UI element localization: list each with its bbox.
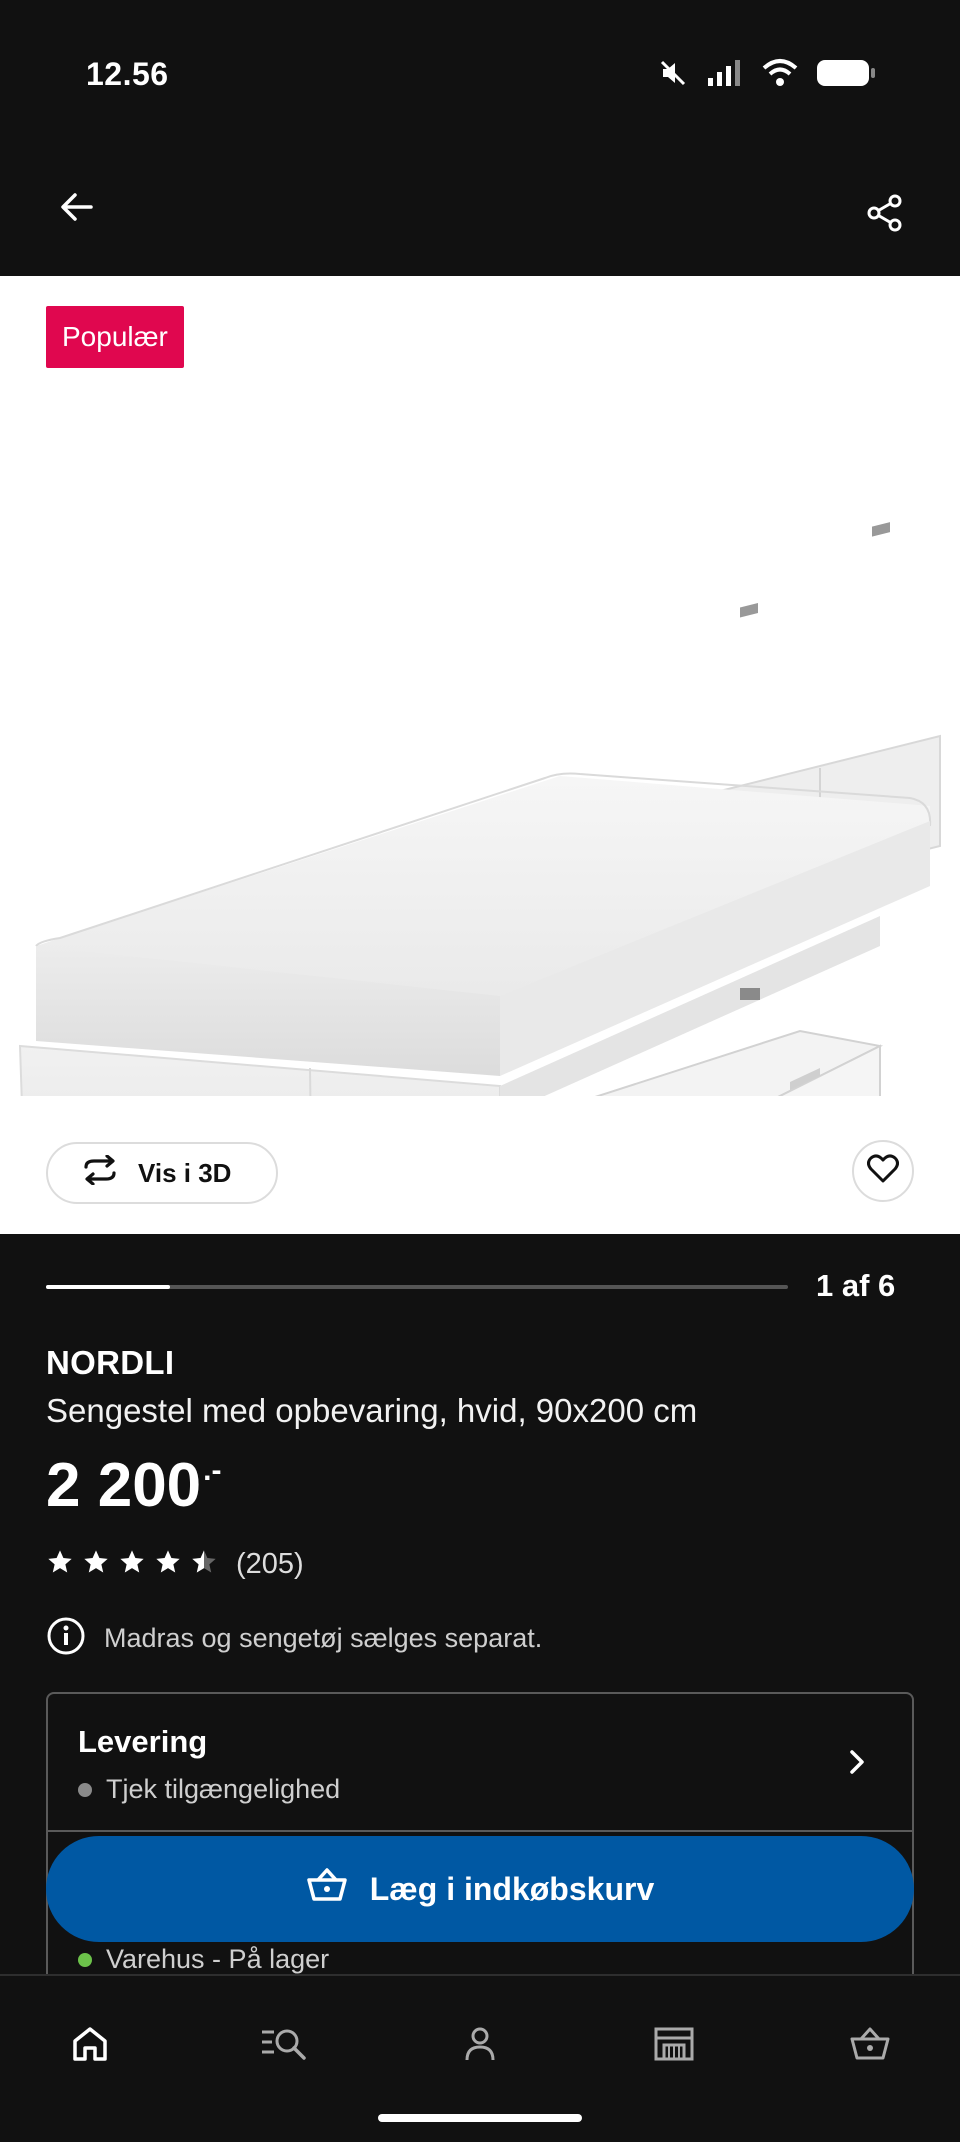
price-suffix: .- [203,1454,222,1487]
nav-basket[interactable] [840,2016,900,2076]
view-in-3d-label: Vis i 3D [138,1157,232,1188]
nav-home[interactable] [60,2016,120,2076]
signal-icon [706,58,744,93]
share-icon [866,194,904,237]
view-in-3d-button[interactable]: Vis i 3D [46,1142,278,1204]
product-name: NORDLI [46,1344,175,1381]
store-status-text: Varehus - På lager [106,1944,330,1974]
delivery-title: Levering [78,1724,208,1759]
gallery-progress-fill [46,1285,170,1289]
nav-profile[interactable] [450,2016,510,2076]
wifi-icon [762,58,798,93]
gallery-progress-bar [46,1285,788,1289]
rating-count: (205) [236,1548,304,1580]
store-status: Varehus - På lager [78,1944,329,1975]
basket-icon [849,2026,891,2067]
add-to-cart-button[interactable]: Læg i indkøbskurv [46,1836,914,1942]
popular-badge: Populær [46,306,184,368]
rotate-3d-icon [80,1153,120,1192]
status-dot [78,1782,92,1797]
delivery-row[interactable]: Levering Tjek tilgængelighed [48,1694,912,1832]
home-icon [70,2024,110,2069]
info-note: Madras og sengetøj sælges separat. [46,1616,542,1661]
rating[interactable]: (205) [46,1548,304,1581]
status-time: 12.56 [86,56,169,92]
info-note-text: Madras og sengetøj sælges separat. [104,1623,543,1653]
arrow-left-icon [59,189,95,230]
product-image-carousel[interactable]: Populær Vis i 3D [0,276,960,1234]
delivery-status: Tjek tilgængelighed [78,1774,340,1805]
add-to-cart-label: Læg i indkøbskurv [369,1870,655,1907]
product-price: 2 200 .- [46,1450,221,1521]
nav-search[interactable] [254,2016,314,2076]
status-icons [658,58,876,93]
basket-icon [306,1867,348,1911]
app-bar [0,150,960,276]
chevron-right-icon [842,1744,872,1785]
store-icon [652,2024,696,2069]
battery-icon [816,58,876,93]
home-indicator[interactable] [378,2114,582,2122]
mute-icon [658,58,688,93]
delivery-status-text: Tjek tilgængelighed [106,1774,341,1804]
star-icon [154,1548,182,1581]
info-icon [46,1616,86,1661]
profile-icon [460,2024,500,2069]
star-icon [82,1548,110,1581]
nav-stores[interactable] [644,2016,704,2076]
price-value: 2 200 [46,1451,202,1520]
product-image [18,522,941,1096]
heart-icon [867,1153,899,1189]
star-icon [118,1548,146,1581]
status-dot [78,1952,92,1967]
gallery-counter: 1 af 6 [816,1268,896,1303]
product-description: Sengestel med opbevaring, hvid, 90x200 c… [46,1392,698,1429]
back-button[interactable] [52,184,102,234]
search-icon [260,2024,308,2069]
star-icon [46,1548,74,1581]
favorite-button[interactable] [852,1140,914,1202]
status-bar: 12.56 [0,0,960,150]
star-half-icon [190,1548,218,1581]
share-button[interactable] [860,190,910,240]
